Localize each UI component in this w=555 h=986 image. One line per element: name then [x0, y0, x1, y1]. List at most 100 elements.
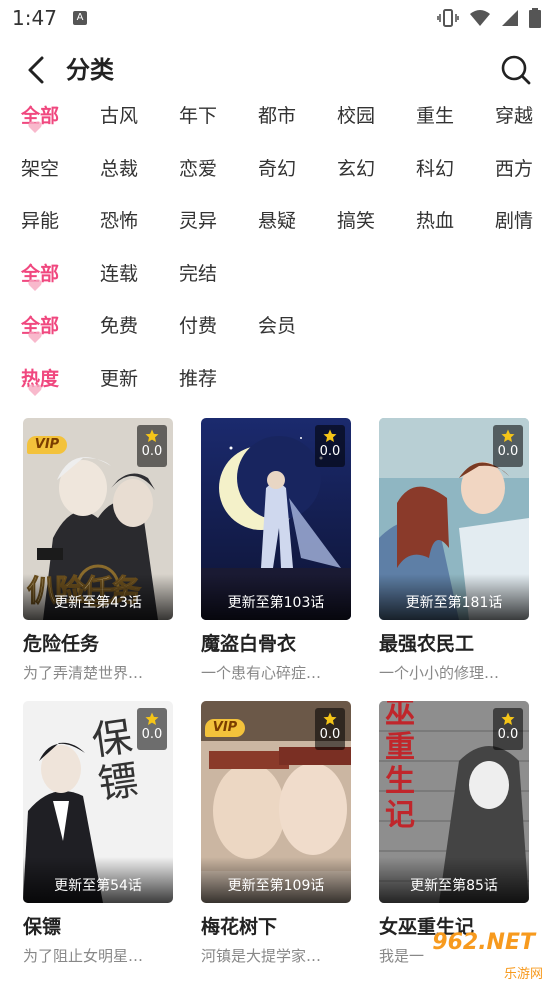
status-icons	[437, 8, 541, 28]
comic-title[interactable]: 最强农民工	[379, 629, 531, 656]
vip-badge: VIP	[205, 719, 245, 737]
cover-title-art: 巫重生记	[385, 701, 415, 833]
filter-genre-jiakong[interactable]: 架空	[10, 156, 70, 182]
filter-genre-gaoxiao[interactable]: 搞笑	[326, 208, 386, 234]
search-icon	[501, 55, 531, 85]
filter-price-all[interactable]: 全部	[10, 313, 70, 343]
rating-value: 0.0	[319, 444, 341, 459]
rating-value: 0.0	[141, 727, 163, 742]
comic-cover[interactable]: 仈险任务 VIP 0.0 更新至第43话	[23, 418, 173, 620]
rating-badge: 0.0	[493, 425, 523, 467]
comic-card[interactable]: 巫重生记 0.0 更新至第85话 女巫重生记 我是一	[379, 701, 531, 966]
rating-badge: 0.0	[493, 708, 523, 750]
heart-icon	[28, 331, 42, 343]
comic-description: 为了弄清楚世界…	[23, 664, 144, 682]
filter-genre-nianxia[interactable]: 年下	[168, 103, 228, 129]
filter-sort-update[interactable]: 更新	[89, 366, 149, 392]
filter-price-paid[interactable]: 付费	[168, 313, 228, 339]
filter-genre-qihuan[interactable]: 奇幻	[247, 156, 307, 182]
vip-badge: VIP	[27, 436, 67, 454]
star-icon	[323, 712, 337, 725]
comic-cover[interactable]: 0.0 更新至第103话	[201, 418, 351, 620]
filter-genre-xiaoyuan[interactable]: 校园	[326, 103, 386, 129]
filter-genre-lianai[interactable]: 恋爱	[168, 156, 228, 182]
filter-genre-kehuan[interactable]: 科幻	[405, 156, 465, 182]
star-icon	[145, 712, 159, 725]
filter-genre-all[interactable]: 全部	[10, 103, 70, 133]
comic-card[interactable]: VIP 0.0 更新至第109话 梅花树下 河镇是大提学家…	[201, 701, 353, 966]
filter-row-genre-3: 异能 恐怖 灵异 悬疑 搞笑 热血 剧情	[0, 195, 555, 248]
filter-genre-zongcai[interactable]: 总裁	[89, 156, 149, 182]
filter-genre-rexue[interactable]: 热血	[405, 208, 465, 234]
filter-genre-gufeng[interactable]: 古风	[89, 103, 149, 129]
filter-genre-lingyi[interactable]: 灵异	[168, 208, 228, 234]
status-bar: 1:47 A	[0, 0, 555, 36]
page-title: 分类	[66, 56, 114, 84]
filter-sort-recommend[interactable]: 推荐	[168, 366, 228, 392]
filter-row-status: 全部 连载 完结	[0, 248, 555, 301]
filter-genre-xuanhuan[interactable]: 玄幻	[326, 156, 386, 182]
comic-card[interactable]: 0.0 更新至第181话 最强农民工 一个小小的修理…	[379, 418, 531, 683]
rating-value: 0.0	[497, 444, 519, 459]
comic-cover[interactable]: VIP 0.0 更新至第109话	[201, 701, 351, 903]
category-filters: 全部 古风 年下 都市 校园 重生 穿越 架空 总裁 恋爱 奇幻 玄幻 科幻 西…	[0, 90, 555, 405]
comic-cover[interactable]: 巫重生记 0.0 更新至第85话	[379, 701, 529, 903]
heart-icon	[28, 278, 42, 291]
filter-genre-xuanyi[interactable]: 悬疑	[247, 208, 307, 234]
comic-description: 河镇是大提学家…	[201, 947, 322, 965]
comic-card[interactable]: 仈险任务 VIP 0.0 更新至第43话 危险任务 为了弄清楚世界…	[23, 418, 175, 683]
filter-genre-yineng[interactable]: 异能	[10, 208, 70, 234]
comic-title[interactable]: 魔盗白骨衣	[201, 629, 353, 656]
update-status: 更新至第54话	[54, 878, 142, 894]
filter-genre-kongbu[interactable]: 恐怖	[89, 208, 149, 234]
cell-signal-icon	[502, 10, 518, 26]
back-button[interactable]	[22, 52, 52, 88]
filter-sort-popularity[interactable]: 热度	[10, 366, 70, 396]
filter-row-genre-1: 全部 古风 年下 都市 校园 重生 穿越	[0, 90, 555, 143]
rating-value: 0.0	[319, 727, 341, 742]
update-status: 更新至第103话	[227, 595, 325, 611]
filter-row-price: 全部 免费 付费 会员	[0, 300, 555, 353]
site-watermark: 962.NET 乐游网	[399, 928, 549, 984]
comic-card[interactable]: 0.0 更新至第103话 魔盗白骨衣 一个患有心碎症…	[201, 418, 353, 683]
filter-genre-chuanyue[interactable]: 穿越	[484, 103, 544, 129]
comic-cover[interactable]: 保镖 0.0 更新至第54话	[23, 701, 173, 903]
heart-icon	[28, 121, 42, 133]
filter-genre-dushi[interactable]: 都市	[247, 103, 307, 129]
filter-price-free[interactable]: 免费	[89, 313, 149, 339]
filter-row-genre-2: 架空 总裁 恋爱 奇幻 玄幻 科幻 西方	[0, 143, 555, 196]
update-status: 更新至第109话	[227, 878, 325, 894]
filter-price-member[interactable]: 会员	[247, 313, 307, 339]
vibrate-icon	[437, 9, 459, 27]
rating-badge: 0.0	[315, 708, 345, 750]
status-time: 1:47	[12, 6, 57, 30]
search-button[interactable]	[499, 52, 533, 88]
update-status: 更新至第85话	[410, 878, 498, 894]
comic-title[interactable]: 保镖	[23, 912, 175, 939]
filter-genre-juqing[interactable]: 剧情	[484, 208, 544, 234]
comic-title[interactable]: 危险任务	[23, 629, 175, 656]
filter-row-sort: 热度 更新 推荐	[0, 353, 555, 406]
rating-value: 0.0	[141, 444, 163, 459]
heart-icon	[28, 383, 42, 396]
update-status: 更新至第181话	[405, 595, 503, 611]
update-status: 更新至第43话	[54, 595, 142, 611]
watermark-name: 乐游网	[503, 967, 543, 982]
star-icon	[323, 429, 337, 442]
chevron-left-icon	[28, 56, 44, 84]
filter-status-all[interactable]: 全部	[10, 261, 70, 291]
comic-cover[interactable]: 0.0 更新至第181话	[379, 418, 529, 620]
comic-description: 一个小小的修理…	[379, 664, 500, 682]
battery-icon	[529, 8, 541, 28]
comic-card[interactable]: 保镖 0.0 更新至第54话 保镖 为了阻止女明星…	[23, 701, 175, 966]
filter-status-complete[interactable]: 完结	[168, 261, 228, 287]
star-icon	[145, 429, 159, 442]
notification-icon: A	[73, 11, 87, 25]
filter-genre-xifang[interactable]: 西方	[484, 156, 544, 182]
rating-badge: 0.0	[137, 708, 167, 750]
comic-description: 为了阻止女明星…	[23, 947, 144, 965]
star-icon	[501, 429, 515, 442]
filter-status-serial[interactable]: 连载	[89, 261, 149, 287]
filter-genre-chongsheng[interactable]: 重生	[405, 103, 465, 129]
comic-title[interactable]: 梅花树下	[201, 912, 353, 939]
